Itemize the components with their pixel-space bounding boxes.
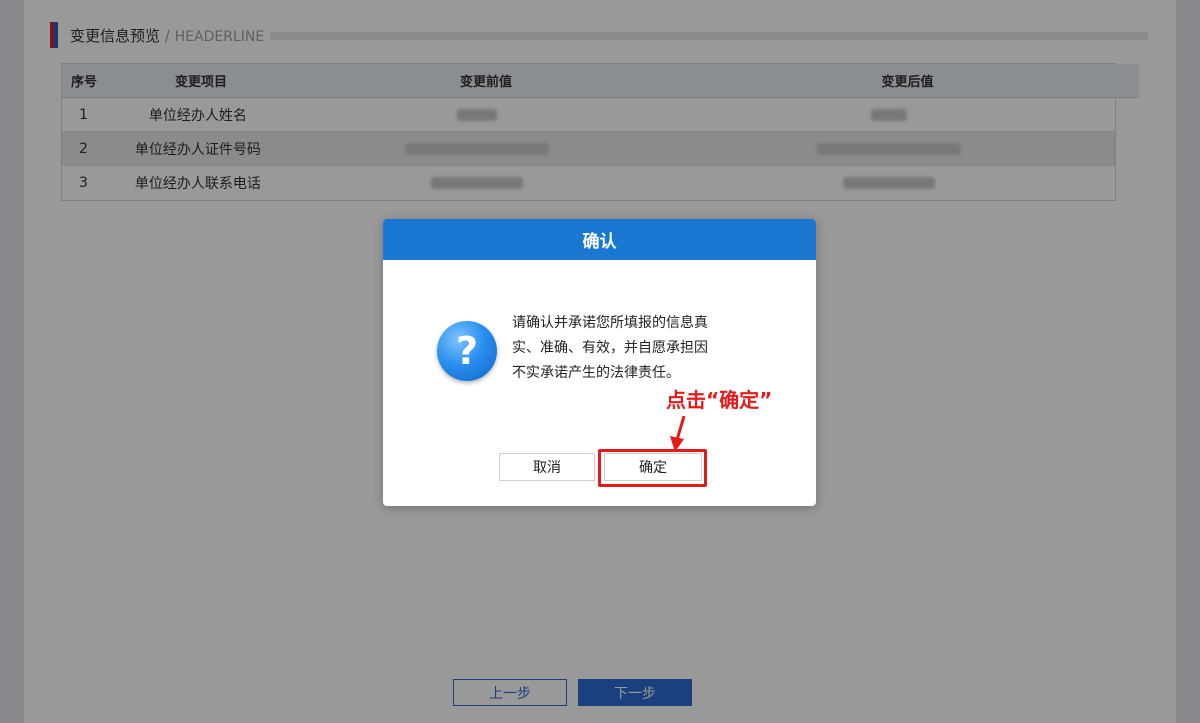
annotation-arrow-icon	[670, 415, 686, 452]
dialog-title: 确认	[383, 219, 816, 260]
annotation-text: 点击“确定”	[666, 388, 773, 412]
annotation-highlight-box	[598, 449, 707, 487]
question-icon: ?	[437, 321, 497, 381]
dialog-message: 请确认并承诺您所填报的信息真实、准确、有效，并自愿承担因不实承诺产生的法律责任。	[512, 315, 708, 381]
cancel-button[interactable]: 取消	[499, 453, 595, 481]
